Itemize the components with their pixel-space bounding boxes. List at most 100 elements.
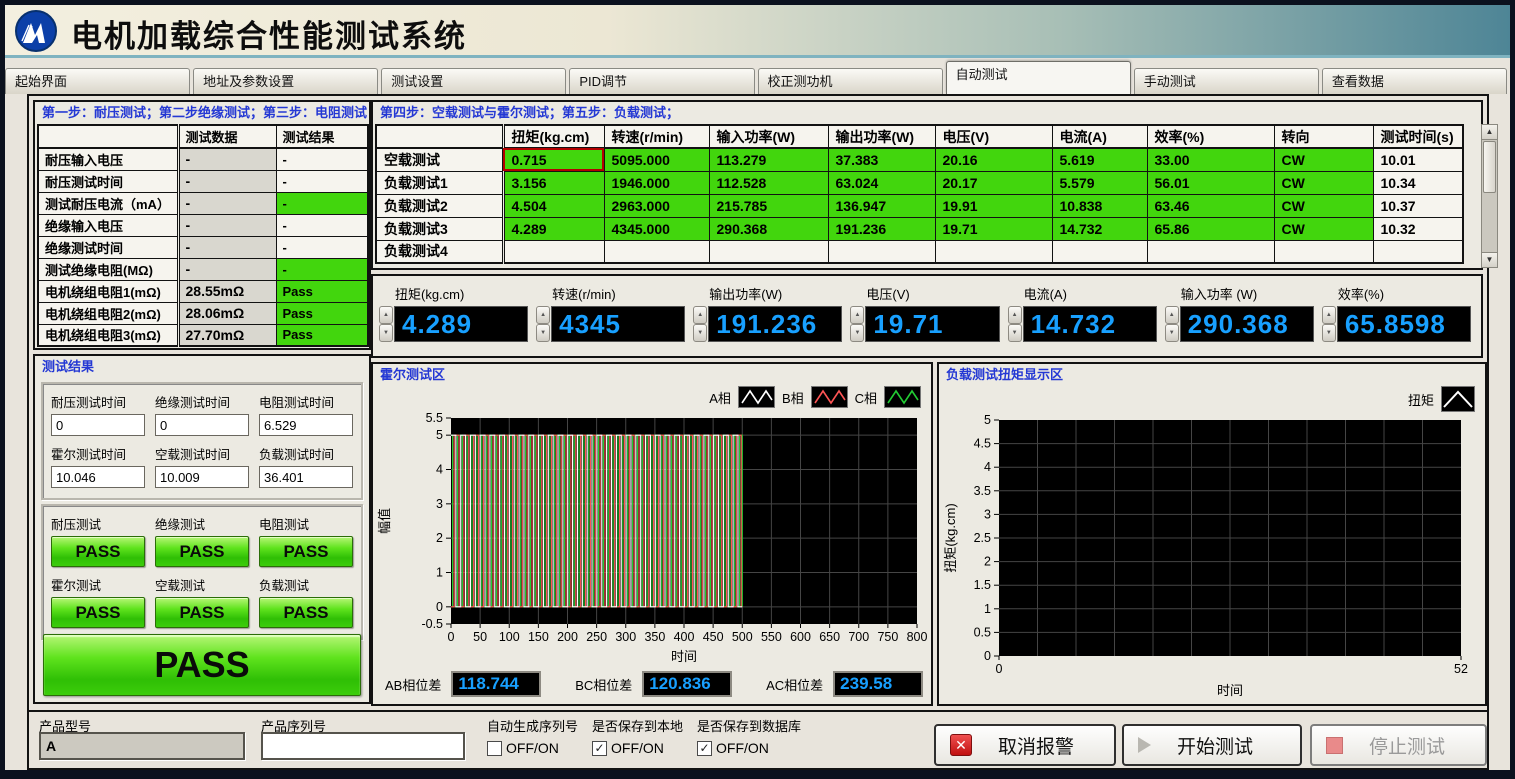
table-cell[interactable]: 4.289	[503, 217, 604, 240]
serial-number-input[interactable]	[261, 732, 465, 760]
table-cell-selected[interactable]: 0.715	[503, 148, 604, 171]
table-cell[interactable]	[1052, 240, 1147, 263]
decrement-icon[interactable]: ▼	[536, 324, 550, 342]
step45-header: 电流(A)	[1052, 125, 1147, 148]
table-cell[interactable]: 37.383	[828, 148, 935, 171]
increment-icon[interactable]: ▲	[693, 306, 707, 324]
panel-torque-chart: 负载测试扭矩显示区 扭矩 05200.511.522.533.544.55时间扭…	[937, 362, 1487, 706]
table-cell[interactable]: 3.156	[503, 171, 604, 194]
cancel-alarm-button[interactable]: ✕ 取消报警	[934, 724, 1116, 766]
increment-icon[interactable]: ▲	[1322, 306, 1336, 324]
decrement-icon[interactable]: ▼	[1322, 324, 1336, 342]
table-cell[interactable]: 5.619	[1052, 148, 1147, 171]
table-cell[interactable]: 65.86	[1147, 217, 1274, 240]
table-cell[interactable]: 4345.000	[604, 217, 709, 240]
table-cell[interactable]	[1147, 240, 1274, 263]
svg-text:200: 200	[557, 630, 578, 644]
tab-view-data[interactable]: 查看数据	[1322, 68, 1507, 94]
table-cell[interactable]: 33.00	[1147, 148, 1274, 171]
save-database-checkbox[interactable]: ✓	[697, 741, 712, 756]
cell-data: -	[178, 170, 276, 192]
table-cell[interactable]: CW	[1274, 171, 1373, 194]
cell-data: -	[178, 148, 276, 170]
step123-header-result: 测试结果	[276, 125, 368, 148]
time-value-resistance[interactable]	[259, 414, 353, 436]
increment-icon[interactable]: ▲	[536, 306, 550, 324]
time-value-hall[interactable]	[51, 466, 145, 488]
table-cell[interactable]: 191.236	[828, 217, 935, 240]
product-model-input[interactable]	[39, 732, 245, 760]
start-test-button[interactable]: 开始测试	[1122, 724, 1302, 766]
table-cell[interactable]: 10.01	[1373, 148, 1463, 171]
table-cell[interactable]: 56.01	[1147, 171, 1274, 194]
svg-text:时间: 时间	[671, 649, 697, 664]
time-value-insulation[interactable]	[155, 414, 249, 436]
table-cell[interactable]: 10.32	[1373, 217, 1463, 240]
table-cell[interactable]: 20.17	[935, 171, 1052, 194]
table-cell[interactable]: 19.91	[935, 194, 1052, 217]
save-local-checkbox[interactable]: ✓	[592, 741, 607, 756]
table-cell[interactable]	[1274, 240, 1373, 263]
table-cell[interactable]: 63.024	[828, 171, 935, 194]
step45-header: 扭矩(kg.cm)	[503, 125, 604, 148]
table-cell[interactable]: 10.34	[1373, 171, 1463, 194]
table-cell[interactable]: 4.504	[503, 194, 604, 217]
table-cell[interactable]	[709, 240, 828, 263]
scroll-up-icon[interactable]: ▲	[1482, 125, 1497, 140]
cell-data: 27.70mΩ	[178, 324, 276, 346]
table-cell[interactable]	[935, 240, 1052, 263]
time-value-withstand[interactable]	[51, 414, 145, 436]
tab-address-params[interactable]: 地址及参数设置	[193, 68, 378, 94]
scroll-down-icon[interactable]: ▼	[1482, 252, 1497, 267]
table-scrollbar[interactable]: ▲ ▼	[1481, 124, 1498, 268]
table-cell[interactable]: 136.947	[828, 194, 935, 217]
table-cell[interactable]: 63.46	[1147, 194, 1274, 217]
table-cell[interactable]	[1373, 240, 1463, 263]
increment-icon[interactable]: ▲	[1008, 306, 1022, 324]
table-cell[interactable]	[604, 240, 709, 263]
tab-pid-tuning[interactable]: PID调节	[569, 68, 754, 94]
tab-test-settings[interactable]: 测试设置	[381, 68, 566, 94]
step45-header: 输出功率(W)	[828, 125, 935, 148]
table-cell[interactable]	[503, 240, 604, 263]
auto-serial-checkbox[interactable]	[487, 741, 502, 756]
stop-test-button[interactable]: 停止测试	[1310, 724, 1487, 766]
increment-icon[interactable]: ▲	[1165, 306, 1179, 324]
increment-icon[interactable]: ▲	[379, 306, 393, 324]
table-cell[interactable]: CW	[1274, 194, 1373, 217]
decrement-icon[interactable]: ▼	[850, 324, 864, 342]
table-cell[interactable]: CW	[1274, 148, 1373, 171]
table-cell[interactable]: 5095.000	[604, 148, 709, 171]
table-cell[interactable]: 20.16	[935, 148, 1052, 171]
table-cell[interactable]: CW	[1274, 217, 1373, 240]
tab-calibrate-dyno[interactable]: 校正测功机	[758, 68, 943, 94]
torque-waveform-icon	[1441, 386, 1475, 412]
decrement-icon[interactable]: ▼	[1165, 324, 1179, 342]
table-cell[interactable]: 215.785	[709, 194, 828, 217]
table-cell[interactable]: 113.279	[709, 148, 828, 171]
display-label: 扭矩(kg.cm)	[395, 284, 528, 303]
tab-manual-test[interactable]: 手动测试	[1134, 68, 1319, 94]
time-value-load[interactable]	[259, 466, 353, 488]
table-cell[interactable]	[828, 240, 935, 263]
pass-indicator-noload: PASS	[155, 597, 249, 628]
table-cell[interactable]: 1946.000	[604, 171, 709, 194]
table-cell[interactable]: 5.579	[1052, 171, 1147, 194]
step123-header-blank	[38, 125, 178, 148]
tab-start-page[interactable]: 起始界面	[5, 68, 190, 94]
scrollbar-thumb[interactable]	[1483, 141, 1496, 193]
decrement-icon[interactable]: ▼	[693, 324, 707, 342]
time-value-noload[interactable]	[155, 466, 249, 488]
table-row: 负载测试1 3.156 1946.000 112.528 63.024 20.1…	[376, 171, 1463, 194]
decrement-icon[interactable]: ▼	[379, 324, 393, 342]
table-cell[interactable]: 10.838	[1052, 194, 1147, 217]
increment-icon[interactable]: ▲	[850, 306, 864, 324]
tab-auto-test[interactable]: 自动测试	[946, 61, 1131, 94]
table-cell[interactable]: 112.528	[709, 171, 828, 194]
table-cell[interactable]: 10.37	[1373, 194, 1463, 217]
table-cell[interactable]: 14.732	[1052, 217, 1147, 240]
table-cell[interactable]: 290.368	[709, 217, 828, 240]
table-cell[interactable]: 19.71	[935, 217, 1052, 240]
decrement-icon[interactable]: ▼	[1008, 324, 1022, 342]
table-cell[interactable]: 2963.000	[604, 194, 709, 217]
